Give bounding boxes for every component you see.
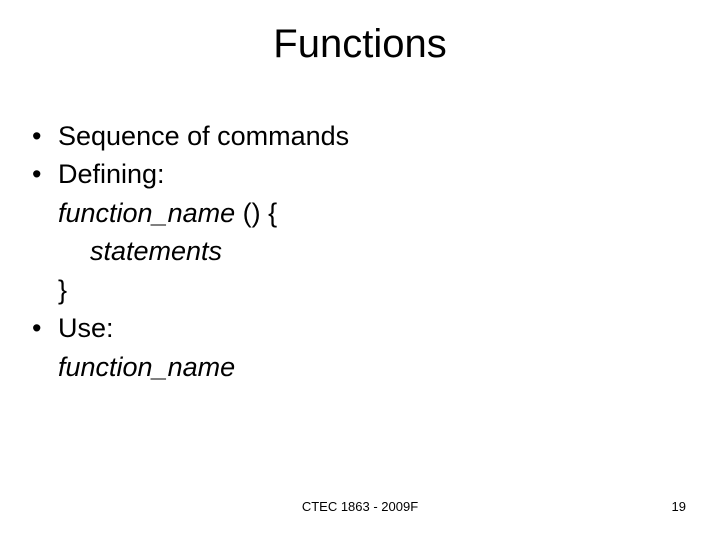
bullet-item: • Sequence of commands (30, 118, 680, 154)
bullet-text: Sequence of commands (58, 121, 349, 151)
slide: Functions • Sequence of commands • Defin… (0, 0, 720, 540)
code-text: () { (235, 198, 277, 228)
page-number: 19 (672, 499, 686, 514)
footer-center: CTEC 1863 - 2009F (0, 499, 720, 514)
bullet-dot-icon: • (32, 156, 41, 192)
slide-body: • Sequence of commands • Defining: funct… (30, 118, 680, 387)
code-line: } (30, 272, 680, 308)
bullet-item: • Defining: (30, 156, 680, 192)
code-text: function_name (58, 198, 235, 228)
bullet-dot-icon: • (32, 310, 41, 346)
code-line: statements (30, 233, 680, 269)
bullet-item: • Use: (30, 310, 680, 346)
bullet-dot-icon: • (32, 118, 41, 154)
code-line: function_name (30, 349, 680, 385)
bullet-text: Use: (58, 313, 114, 343)
code-line: function_name () { (30, 195, 680, 231)
slide-title: Functions (0, 22, 720, 67)
bullet-text: Defining: (58, 159, 165, 189)
